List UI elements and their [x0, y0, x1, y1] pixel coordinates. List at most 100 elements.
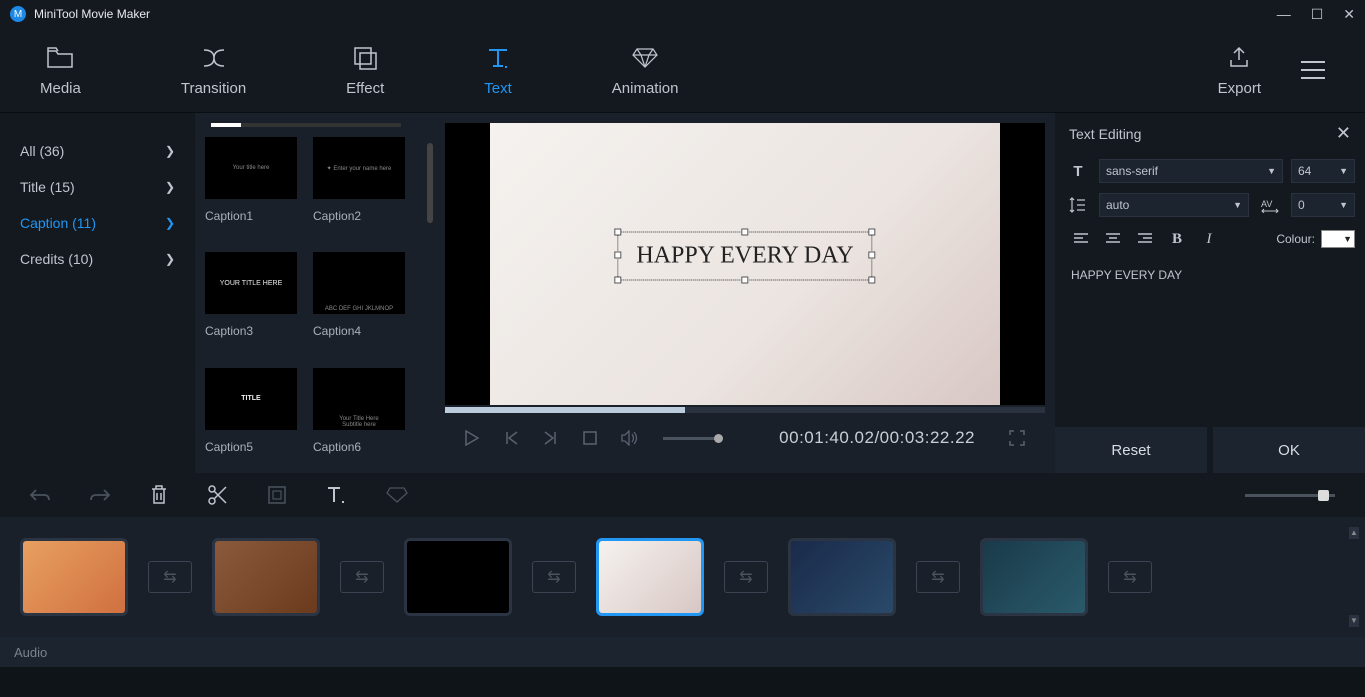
cat-all[interactable]: All (36)❯: [0, 133, 195, 169]
cat-title[interactable]: Title (15) ❯: [0, 169, 195, 205]
timeline-clip-2[interactable]: [212, 538, 320, 616]
nav-export[interactable]: Export: [1218, 44, 1261, 97]
volume-button[interactable]: [621, 430, 639, 446]
resize-handle[interactable]: [614, 228, 621, 235]
font-size-select[interactable]: 64▼: [1291, 159, 1355, 183]
preview-canvas[interactable]: HAPPY EVERY DAY: [445, 123, 1045, 405]
cat-caption[interactable]: Caption (11)❯: [0, 205, 195, 241]
caption-thumb-6[interactable]: Your Title HereSubtitle hereCaption6: [313, 368, 405, 467]
text-overlay-box[interactable]: HAPPY EVERY DAY: [617, 231, 872, 280]
caption-thumb-4-label: Caption4: [313, 324, 405, 338]
caption-thumb-5[interactable]: TITLECaption5: [205, 368, 297, 467]
transition-slot[interactable]: ⇆: [340, 561, 384, 593]
caption-thumb-2[interactable]: ✦ Enter your name hereCaption2: [313, 137, 405, 236]
audio-label: Audio: [14, 645, 47, 660]
overlay-text: HAPPY EVERY DAY: [636, 242, 853, 268]
panel-close-button[interactable]: ✕: [1336, 123, 1351, 144]
zoom-slider[interactable]: [1245, 494, 1335, 497]
split-button[interactable]: [208, 485, 228, 505]
transition-icon: [200, 44, 228, 72]
crop-button[interactable]: [268, 486, 286, 504]
nav-effect-label: Effect: [346, 80, 384, 97]
timeline-clip-1[interactable]: [20, 538, 128, 616]
nav-animation[interactable]: Animation: [612, 44, 679, 97]
chevron-right-icon: ❯: [165, 180, 175, 194]
resize-handle[interactable]: [741, 276, 748, 283]
prev-frame-button[interactable]: [503, 430, 519, 446]
cat-credits[interactable]: Credits (10) ❯: [0, 241, 195, 277]
horizontal-scrollbar[interactable]: [211, 123, 401, 127]
resize-handle[interactable]: [741, 228, 748, 235]
nav-text[interactable]: Text: [484, 44, 512, 97]
resize-handle[interactable]: [869, 228, 876, 235]
bold-button[interactable]: B: [1161, 226, 1193, 252]
caption-thumb-1[interactable]: Your title hereCaption1: [205, 137, 297, 236]
timeline-clip-5[interactable]: [788, 538, 896, 616]
minimize-button[interactable]: —: [1277, 6, 1291, 23]
next-frame-button[interactable]: [543, 430, 559, 446]
resize-handle[interactable]: [869, 276, 876, 283]
category-sidebar: All (36)❯ Title (15)❯ Caption (11)❯ Cred…: [0, 113, 195, 473]
resize-handle[interactable]: [614, 252, 621, 259]
app-title: MiniTool Movie Maker: [34, 7, 1277, 21]
progress-bar[interactable]: [445, 407, 1045, 413]
caption-thumb-2-label: Caption2: [313, 209, 405, 223]
delete-button[interactable]: [150, 485, 168, 505]
align-left-button[interactable]: [1065, 226, 1097, 252]
kerning-select[interactable]: 0▼: [1291, 193, 1355, 217]
edit-toolbar: [0, 473, 1365, 517]
nav-transition-label: Transition: [181, 80, 246, 97]
cat-credits-label: Credits (10): [20, 251, 93, 267]
align-center-button[interactable]: [1097, 226, 1129, 252]
nav-effect[interactable]: Effect: [346, 44, 384, 97]
text-icon: [486, 44, 510, 72]
timeline-clip-3[interactable]: [404, 538, 512, 616]
text-editing-panel: Text Editing ✕ T sans-serif▼ 64▼ auto▼ A…: [1055, 113, 1365, 473]
vertical-scrollbar[interactable]: [427, 143, 433, 223]
line-height-select[interactable]: auto▼: [1099, 193, 1249, 217]
menu-button[interactable]: [1301, 61, 1325, 79]
text-content-input[interactable]: [1065, 262, 1355, 421]
transition-slot[interactable]: ⇆: [1108, 561, 1152, 593]
nav-media[interactable]: Media: [40, 44, 81, 97]
colour-label: Colour:: [1276, 232, 1315, 246]
font-icon: T: [1065, 158, 1091, 184]
maximize-button[interactable]: ☐: [1311, 6, 1324, 23]
resize-handle[interactable]: [614, 276, 621, 283]
align-right-button[interactable]: [1129, 226, 1161, 252]
volume-slider[interactable]: [663, 437, 719, 440]
timeline-clip-6[interactable]: [980, 538, 1088, 616]
resize-handle[interactable]: [869, 252, 876, 259]
ok-button[interactable]: OK: [1213, 427, 1365, 473]
undo-button[interactable]: [30, 488, 50, 502]
audio-track[interactable]: Audio: [0, 637, 1365, 667]
fullscreen-button[interactable]: [1009, 430, 1025, 446]
italic-button[interactable]: I: [1193, 226, 1225, 252]
close-button[interactable]: ✕: [1343, 6, 1355, 23]
cat-title-label: Title (15): [20, 179, 75, 195]
stop-button[interactable]: [583, 431, 597, 445]
playback-controls: 00:01:40.02/00:03:22.22: [445, 413, 1045, 463]
caption-thumb-4[interactable]: ABC DEF GHI JKLMNOPCaption4: [313, 252, 405, 351]
transition-slot[interactable]: ⇆: [916, 561, 960, 593]
chevron-right-icon: ❯: [165, 252, 175, 266]
play-button[interactable]: [465, 430, 479, 446]
reset-button[interactable]: Reset: [1055, 427, 1207, 473]
nav-animation-label: Animation: [612, 80, 679, 97]
transition-slot[interactable]: ⇆: [532, 561, 576, 593]
timeline-clip-4[interactable]: [596, 538, 704, 616]
text-tool-button[interactable]: [326, 486, 346, 504]
cat-caption-label: Caption (11): [20, 215, 96, 231]
font-family-select[interactable]: sans-serif▼: [1099, 159, 1283, 183]
colour-picker[interactable]: ▼: [1321, 230, 1355, 248]
timeline-vertical-scrollbar[interactable]: ▲▼: [1349, 527, 1359, 627]
export-icon: [1227, 44, 1251, 72]
effect-tool-button[interactable]: [386, 487, 408, 503]
line-height-icon: [1065, 192, 1091, 218]
nav-transition[interactable]: Transition: [181, 44, 246, 97]
transition-slot[interactable]: ⇆: [724, 561, 768, 593]
caption-thumb-3[interactable]: YOUR TITLE HERECaption3: [205, 252, 297, 351]
redo-button[interactable]: [90, 488, 110, 502]
transition-slot[interactable]: ⇆: [148, 561, 192, 593]
chevron-right-icon: ❯: [165, 144, 175, 158]
